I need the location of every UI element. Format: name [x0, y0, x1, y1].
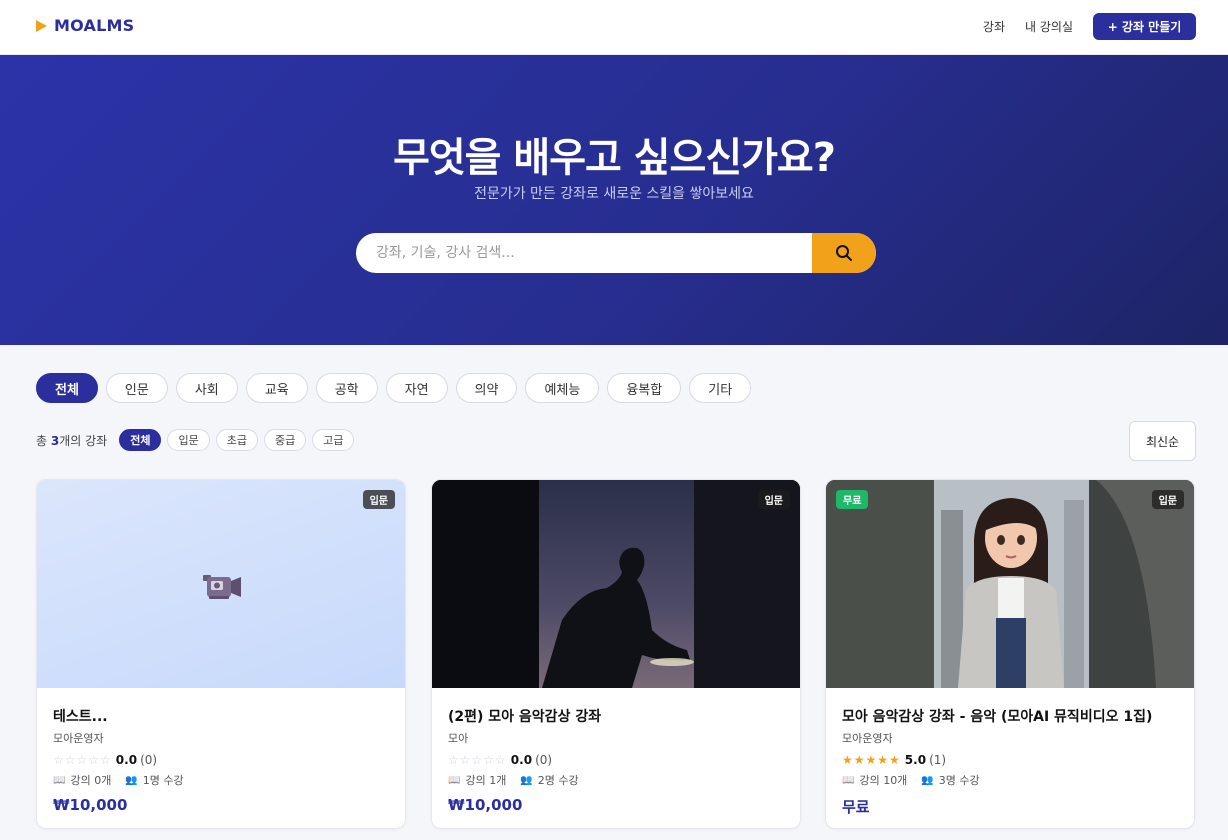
category-filter: 전체 인문 사회 교육 공학 자연 의약 예체능 융복합 기타 [36, 373, 752, 403]
course-title: (2편) 모아 음악감상 강좌 [448, 709, 602, 725]
course-instructor: 모아운영자 [842, 732, 893, 745]
course-instructor: 모아운영자 [53, 732, 104, 745]
hero-banner: 무엇을 배우고 싶으신가요? 전문가가 만든 강좌로 새로운 스킬을 쌓아보세요 [0, 55, 1228, 345]
top-header: MOALMS 강좌 내 강의실 + 강좌 만들기 [0, 0, 1228, 55]
course-total-suffix: 개의 강좌 [59, 433, 108, 448]
course-card[interactable]: 입문 (2편) 모아 음악감상 강좌 모아 ☆☆☆☆☆ 0.0 (0) 📖 강의… [431, 479, 801, 829]
book-icon: 📖 [53, 774, 66, 786]
course-price: 무료 [842, 798, 870, 816]
lecture-count: 강의 10개 [859, 774, 908, 787]
rating-value: 0.0 [115, 753, 138, 767]
category-pill[interactable]: 인문 [105, 373, 168, 403]
course-thumbnail: 입문 [432, 480, 800, 688]
logo[interactable]: MOALMS [36, 16, 134, 35]
course-rating: ☆☆☆☆☆ 0.0 (0) [448, 753, 784, 767]
level-badge: 입문 [1151, 490, 1184, 509]
rating-stars: ☆☆☆☆☆ [448, 753, 507, 767]
free-badge: 무료 [836, 490, 869, 509]
music-listening-thumbnail [432, 480, 800, 688]
filter-row: 총 3개의 강좌 전체 입문 초급 중급 고급 [36, 429, 355, 451]
course-instructor: 모아 [448, 732, 469, 745]
level-pill[interactable]: 전체 [119, 429, 162, 451]
people-icon: 👥 [921, 774, 934, 786]
people-icon: 👥 [125, 774, 138, 786]
review-count: (0) [140, 753, 158, 767]
course-total-prefix: 총 [36, 433, 51, 448]
student-count: 1명 수강 [142, 774, 184, 787]
level-pill[interactable]: 고급 [312, 429, 355, 451]
course-thumbnail: 무료 입문 [826, 480, 1194, 688]
lecture-count: 강의 0개 [70, 774, 112, 787]
nav-my-classroom[interactable]: 내 강의실 [1025, 18, 1073, 35]
level-pill[interactable]: 입문 [167, 429, 210, 451]
review-count: (1) [929, 753, 947, 767]
category-pill[interactable]: 예체능 [525, 373, 600, 403]
logo-text: MOALMS [54, 16, 135, 35]
course-price: ₩10,000 [53, 796, 128, 814]
main-nav: 강좌 내 강의실 + 강좌 만들기 [983, 13, 1196, 40]
level-filter: 전체 입문 초급 중급 고급 [119, 429, 355, 451]
course-card[interactable]: 입문 테스트... 모아운영자 ☆☆☆☆☆ 0.0 (0) 📖 강의 0개 👥 … [36, 479, 406, 829]
category-pill[interactable]: 공학 [315, 373, 378, 403]
course-meta: 📖 강의 10개 👥 3명 수강 [842, 772, 1178, 788]
play-logo-icon [36, 19, 47, 32]
course-thumbnail: 입문 [37, 480, 405, 688]
category-pill[interactable]: 사회 [175, 373, 238, 403]
book-icon: 📖 [448, 774, 461, 786]
course-title: 모아 음악감상 강좌 - 음악 (모아AI 뮤직비디오 1집) [842, 709, 1153, 725]
student-count: 2명 수강 [537, 774, 579, 787]
search-button[interactable] [812, 233, 876, 273]
rating-value: 0.0 [510, 753, 533, 767]
level-pill[interactable]: 초급 [215, 429, 258, 451]
course-card[interactable]: 무료 입문 모아 음악감상 강좌 - 음악 (모아AI 뮤직비디오 1집) 모아… [825, 479, 1195, 829]
category-pill[interactable]: 의약 [455, 373, 518, 403]
course-total-count: 3 [50, 433, 60, 448]
book-icon: 📖 [842, 774, 855, 786]
review-count: (0) [535, 753, 553, 767]
search-icon [836, 245, 852, 261]
category-pill[interactable]: 융복합 [607, 373, 682, 403]
course-total: 총 3개의 강좌 [36, 432, 107, 449]
search-bar [356, 233, 876, 273]
category-pill[interactable]: 자연 [385, 373, 448, 403]
level-badge: 입문 [362, 490, 395, 509]
category-pill[interactable]: 교육 [245, 373, 308, 403]
search-input[interactable] [356, 233, 812, 273]
music-video-thumbnail [826, 480, 1194, 688]
rating-value: 5.0 [904, 753, 927, 767]
nav-courses[interactable]: 강좌 [983, 18, 1005, 35]
rating-stars: ★★★★★ [842, 753, 901, 767]
course-meta: 📖 강의 1개 👥 2명 수강 [448, 772, 784, 788]
course-price: ₩10,000 [448, 796, 523, 814]
category-pill[interactable]: 전체 [36, 373, 98, 403]
level-badge: 입문 [757, 490, 790, 509]
student-count: 3명 수강 [938, 774, 980, 787]
people-icon: 👥 [520, 774, 533, 786]
hero-title: 무엇을 배우고 싶으신가요? [393, 135, 836, 181]
sort-select[interactable]: 최신순 [1129, 421, 1196, 461]
course-meta: 📖 강의 0개 👥 1명 수강 [53, 772, 389, 788]
lecture-count: 강의 1개 [465, 774, 507, 787]
course-rating: ★★★★★ 5.0 (1) [842, 753, 1178, 767]
course-rating: ☆☆☆☆☆ 0.0 (0) [53, 753, 389, 767]
level-pill[interactable]: 중급 [263, 429, 307, 451]
rating-stars: ☆☆☆☆☆ [53, 753, 112, 767]
course-title: 테스트... [53, 709, 108, 725]
create-course-button[interactable]: + 강좌 만들기 [1093, 13, 1196, 40]
video-camera-icon [203, 575, 241, 599]
category-pill[interactable]: 기타 [689, 373, 752, 403]
hero-subtitle: 전문가가 만든 강좌로 새로운 스킬을 쌓아보세요 [474, 186, 754, 202]
